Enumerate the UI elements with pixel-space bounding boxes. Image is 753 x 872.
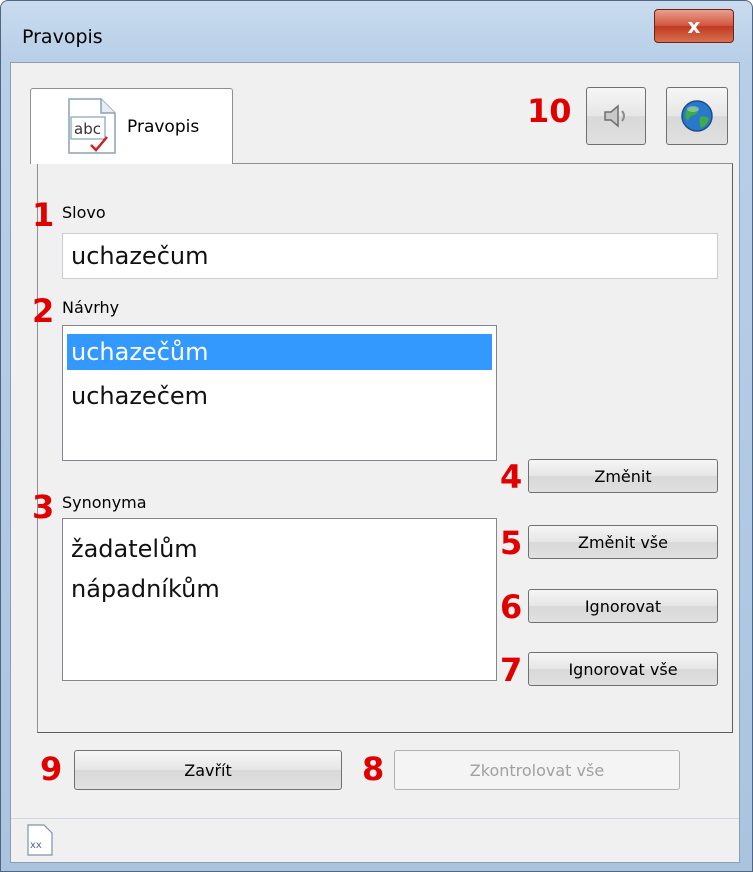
marker-6: 6	[500, 588, 523, 626]
marker-3: 3	[32, 488, 55, 526]
suggestion-item-selected[interactable]: uchazečům	[67, 334, 492, 370]
close-window-button[interactable]: x	[654, 9, 734, 43]
marker-5: 5	[500, 524, 523, 562]
ignore-all-button[interactable]: Ignorovat vše	[528, 652, 718, 686]
marker-4: 4	[500, 458, 523, 496]
speak-button[interactable]	[586, 87, 646, 145]
suggestion-item[interactable]: uchazečem	[67, 378, 492, 414]
close-icon: x	[687, 14, 701, 38]
window-title: Pravopis	[22, 26, 103, 48]
marker-10: 10	[527, 92, 572, 130]
tab-label: Pravopis	[127, 117, 200, 137]
speaker-icon	[604, 104, 625, 128]
svg-text:abc: abc	[74, 120, 101, 138]
synonyms-label: Synonyma	[62, 493, 147, 512]
synonym-item[interactable]: žadatelům	[67, 531, 492, 567]
marker-8: 8	[362, 750, 385, 788]
document-status-icon: xx	[27, 824, 53, 856]
marker-9: 9	[40, 750, 63, 788]
status-bar: xx	[11, 818, 739, 862]
globe-icon	[681, 100, 713, 132]
online-lookup-button[interactable]	[666, 87, 728, 145]
marker-1: 1	[32, 196, 55, 234]
spellcheck-icon: abc	[68, 98, 116, 154]
check-all-button[interactable]: Zkontrolovat vše	[394, 750, 680, 790]
tab-pravopis[interactable]: abc Pravopis	[30, 88, 233, 164]
ignore-button[interactable]: Ignorovat	[528, 589, 718, 623]
change-button[interactable]: Změnit	[528, 459, 718, 493]
synonyms-list[interactable]: žadatelům nápadníkům	[62, 518, 497, 681]
change-all-button[interactable]: Změnit vše	[528, 525, 718, 559]
svg-text:xx: xx	[30, 840, 42, 851]
synonym-item[interactable]: nápadníkům	[67, 571, 492, 607]
suggestions-label: Návrhy	[62, 298, 120, 317]
word-field[interactable]: uchazečum	[62, 233, 718, 279]
suggestions-list[interactable]: uchazečům uchazečem	[62, 325, 497, 461]
close-button[interactable]: Zavřít	[74, 750, 342, 790]
marker-2: 2	[32, 292, 55, 330]
marker-7: 7	[500, 651, 523, 689]
word-label: Slovo	[62, 203, 106, 222]
